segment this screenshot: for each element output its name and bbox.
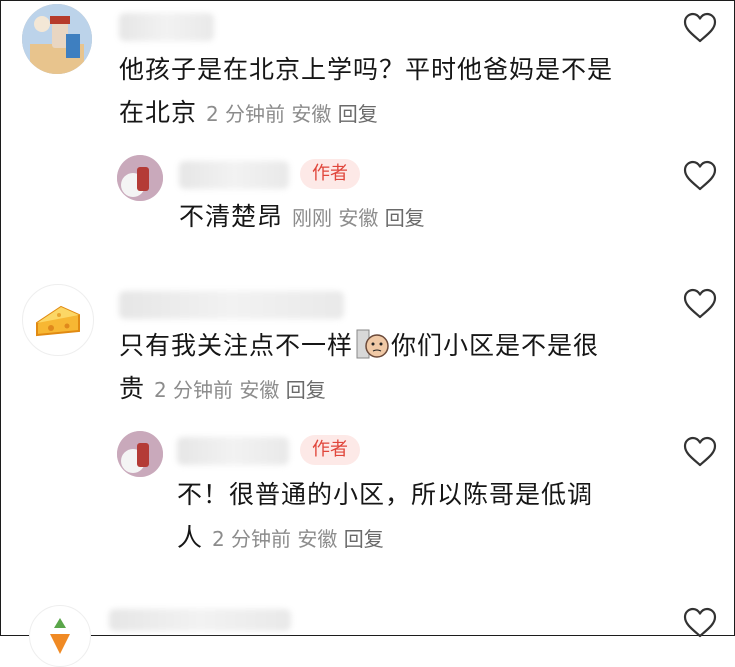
reply-button[interactable]: 回复 xyxy=(385,206,425,230)
comment-text-tail: 人 xyxy=(177,523,204,552)
comment-text-line: 他孩子是在北京上学吗？平时他爸妈是不是 xyxy=(119,55,614,84)
avatar-photo xyxy=(22,4,92,74)
comment-location: 安徽 xyxy=(291,102,332,126)
like-button[interactable] xyxy=(683,12,717,44)
comment-time: 2 分钟前 xyxy=(205,102,286,126)
like-button[interactable] xyxy=(683,288,717,320)
username-blurred[interactable] xyxy=(179,161,289,189)
comment-text-line: 在北京 2 分钟前 安徽 回复 xyxy=(119,91,679,136)
username-blurred[interactable] xyxy=(177,437,289,465)
carrot-icon xyxy=(50,618,70,654)
heart-outline-icon xyxy=(683,288,717,319)
comment-meta: 2 分钟前 安徽 回复 xyxy=(154,378,326,402)
avatar-photo xyxy=(117,431,163,477)
author-badge: 作者 xyxy=(300,159,360,189)
like-button[interactable] xyxy=(683,160,717,192)
comment-text-segment: 只有我关注点不一样 xyxy=(119,331,354,360)
comment-text-line: 不！很普通的小区，所以陈哥是低调 xyxy=(177,480,594,509)
heart-outline-icon xyxy=(683,607,717,638)
author-avatar[interactable] xyxy=(117,431,163,477)
comment-text-line: 不清楚昂 xyxy=(179,202,284,231)
comment-meta: 2 分钟前 安徽 回复 xyxy=(212,527,384,551)
reply-button[interactable]: 回复 xyxy=(338,102,378,126)
comment-text-line: 只有我关注点不一样 你们小区是不是很 xyxy=(119,324,679,367)
comment-location: 安徽 xyxy=(297,527,338,551)
heart-outline-icon xyxy=(683,436,717,467)
comment-body: 不清楚昂 刚刚 安徽 回复 xyxy=(179,195,425,240)
comment-meta: 2 分钟前 安徽 回复 xyxy=(206,102,378,126)
comment-location: 安徽 xyxy=(338,206,379,230)
username-blurred[interactable] xyxy=(119,13,214,41)
heart-outline-icon xyxy=(683,12,717,43)
comment-text-tail: 在北京 xyxy=(119,98,198,127)
comment-text-segment: 你们小区是不是很 xyxy=(391,331,600,360)
comment-time: 2 分钟前 xyxy=(153,378,234,402)
avatar-photo xyxy=(117,155,163,201)
comment-body: 不！很普通的小区，所以陈哥是低调 人 2 分钟前 安徽 回复 xyxy=(177,473,677,561)
author-avatar[interactable] xyxy=(117,155,163,201)
face-emoji-sticker xyxy=(355,326,389,360)
comment-time: 刚刚 xyxy=(291,206,332,230)
comment-time: 2 分钟前 xyxy=(211,527,292,551)
cheese-icon xyxy=(36,305,80,337)
username-blurred[interactable] xyxy=(119,291,344,319)
like-button[interactable] xyxy=(683,436,717,468)
comment-text-line: 贵 2 分钟前 安徽 回复 xyxy=(119,367,679,412)
reply-button[interactable]: 回复 xyxy=(344,527,384,551)
comment-body: 他孩子是在北京上学吗？平时他爸妈是不是 在北京 2 分钟前 安徽 回复 xyxy=(119,48,679,136)
reply-button[interactable]: 回复 xyxy=(286,378,326,402)
username-blurred[interactable] xyxy=(109,609,291,631)
comment-text-tail: 贵 xyxy=(119,374,146,403)
comment-text-line: 人 2 分钟前 安徽 回复 xyxy=(177,516,677,561)
user-avatar[interactable] xyxy=(22,4,92,74)
heart-outline-icon xyxy=(683,160,717,191)
user-avatar[interactable] xyxy=(22,284,94,356)
comment-meta: 刚刚 安徽 回复 xyxy=(292,206,425,230)
comment-body: 只有我关注点不一样 你们小区是不是很 贵 2 分钟前 安徽 回复 xyxy=(119,324,679,412)
comment-location: 安徽 xyxy=(239,378,280,402)
author-badge: 作者 xyxy=(300,435,360,465)
comment-list: 他孩子是在北京上学吗？平时他爸妈是不是 在北京 2 分钟前 安徽 回复 作者 不… xyxy=(0,0,735,667)
user-avatar[interactable] xyxy=(29,605,91,667)
like-button[interactable] xyxy=(683,607,717,639)
